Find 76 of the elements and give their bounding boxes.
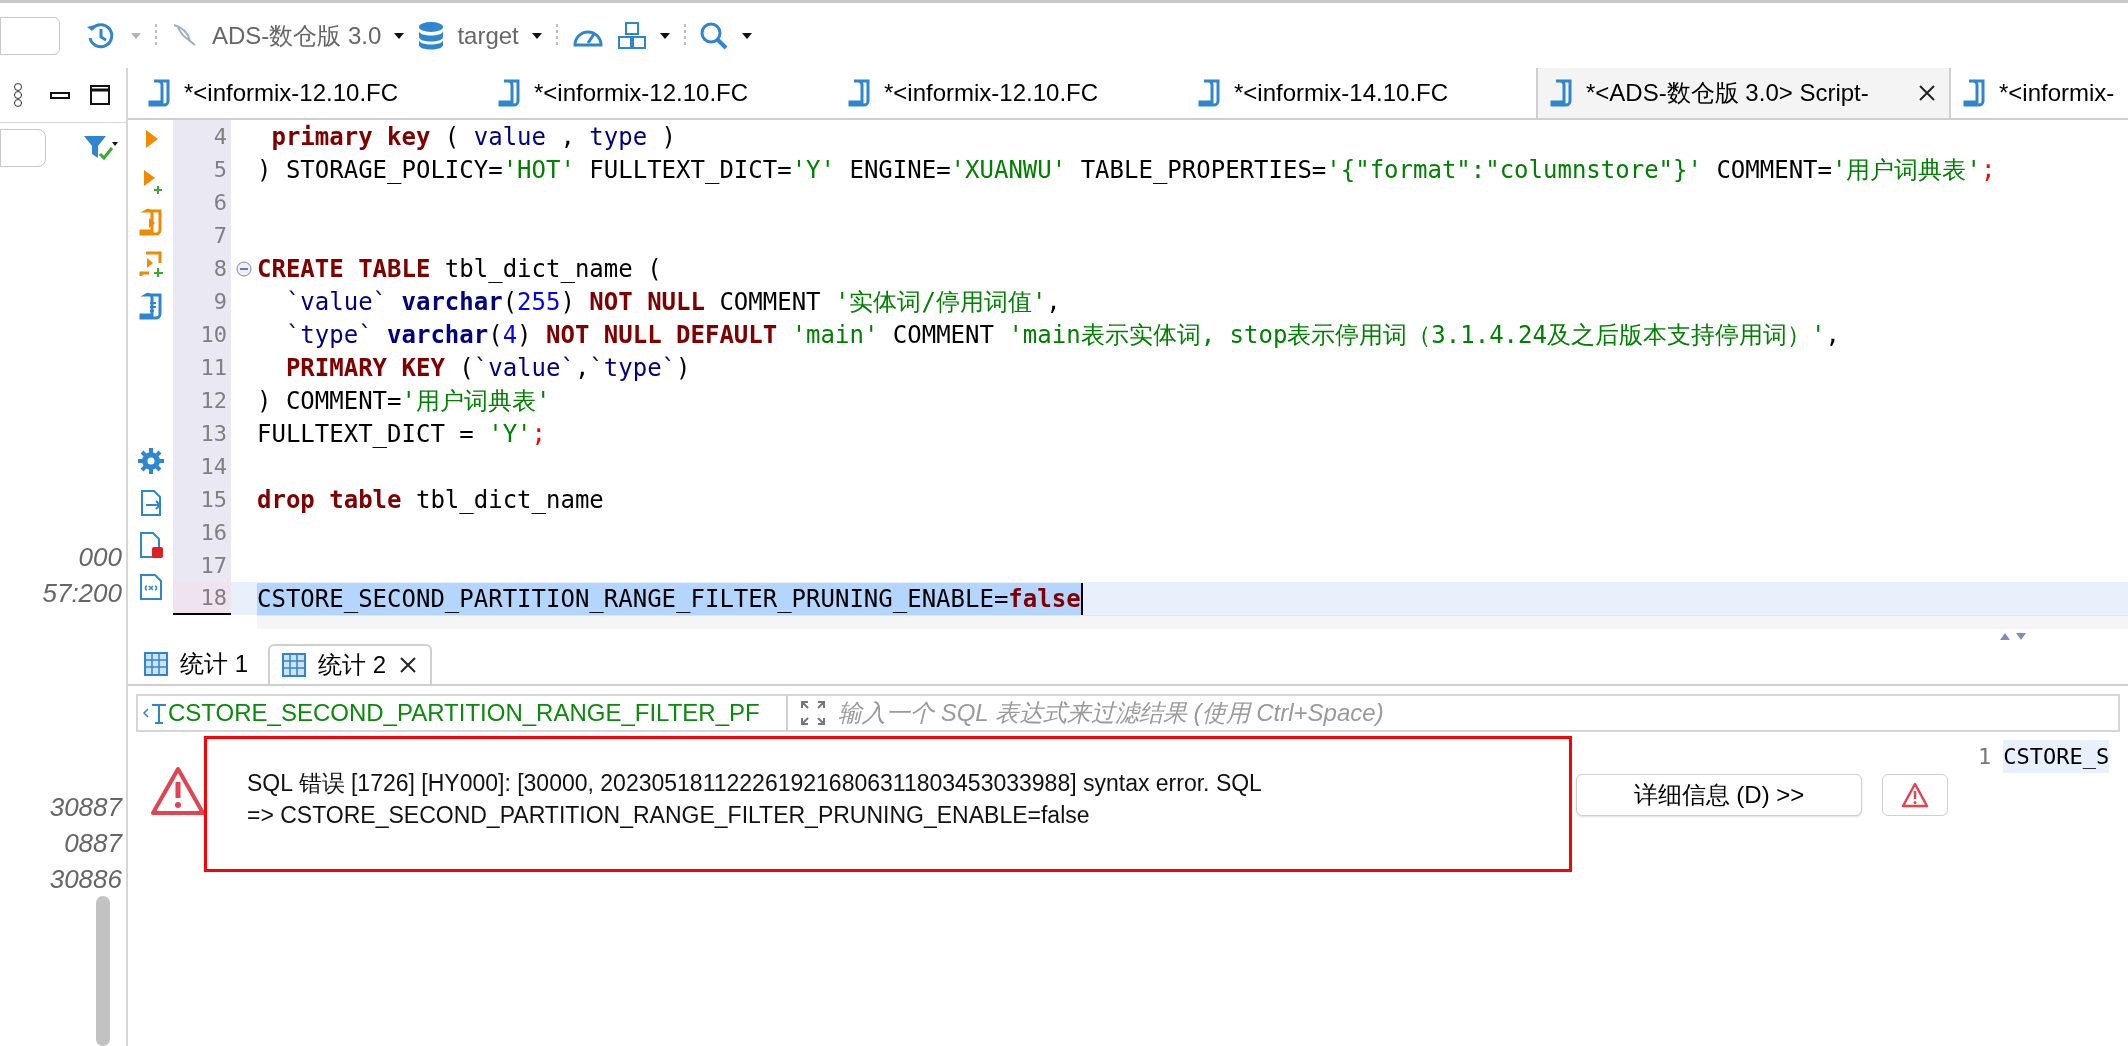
code-line: CREATE TABLE tbl_dict_name ( <box>257 253 662 285</box>
tree-item-text: 30886 <box>49 863 122 896</box>
editor-tab[interactable]: *<informix- <box>1951 68 2128 118</box>
tree-item-text: 0887 <box>64 827 122 860</box>
close-icon[interactable] <box>398 655 419 675</box>
script-icon <box>498 79 522 107</box>
result-tab[interactable]: 统计 2 <box>268 644 433 684</box>
line-number: 16 <box>200 519 227 547</box>
tree-item-text: 000 <box>78 541 122 574</box>
row-number: 1 <box>1978 743 1992 771</box>
text-type-icon <box>142 701 168 725</box>
line-number: 14 <box>200 453 227 481</box>
filter-bar[interactable]: CSTORE_SECOND_PARTITION_RANGE_FILTER_PF 输入一个 SQL 表达式来过滤结果 (使用 Ctrl+Space) <box>136 694 2120 732</box>
line-number: 17 <box>200 552 227 580</box>
line-number: 15 <box>200 486 227 514</box>
code-line: ) STORAGE_POLICY='HOT' FULLTEXT_DICT='Y' ENGINE='XUANWU' TABLE_PROPERTIES='{"format":"columnstore"}' COMMENT='用户词典表'; <box>257 154 1996 186</box>
result-cell: CSTORE_S <box>2003 740 2110 773</box>
expand-icon[interactable] <box>800 700 826 726</box>
warning-icon <box>150 766 206 816</box>
line-number: 5 <box>213 156 227 184</box>
filter-icon[interactable] <box>82 134 118 162</box>
editor-tab[interactable]: *<informix-14.10.FC <box>1186 68 1536 118</box>
search-icon[interactable] <box>698 20 729 51</box>
toolbar-field[interactable] <box>0 16 60 55</box>
caret-icon <box>740 31 753 40</box>
database-icon <box>417 20 446 51</box>
line-number: 11 <box>200 354 227 382</box>
error-message: SQL 错误 [1726] [HY000]: [30000, 2023051811222619216806311803453033988] syntax error. SQL => CSTORE_SECOND_PARTITION_RANGE_FILTER_PRUNING_ENABLE=false <box>247 769 1263 830</box>
code-line: `type` varchar(4) NOT NULL DEFAULT 'main' COMMENT 'main表示实体词, stop表示停用词（3.1.4.24及之后版本支持停用词）', <box>284 319 1840 351</box>
details-button[interactable]: 详细信息 (D) >> <box>1576 774 1862 816</box>
code-line: PRIMARY KEY (`value`,`type`) <box>284 352 691 384</box>
line-number: 8 <box>213 255 227 283</box>
line-number: 6 <box>213 189 227 217</box>
line-number: 7 <box>213 222 227 250</box>
result-tab[interactable]: 统计 1 <box>132 644 260 684</box>
code-line: ) COMMENT='用户词典表' <box>257 385 551 417</box>
line-number: 18 <box>200 584 227 612</box>
script-icon <box>1198 79 1222 107</box>
boxes-icon[interactable] <box>616 20 647 51</box>
code-line: `value` varchar(255) NOT NULL COMMENT '实体词/停用词值', <box>284 286 1061 318</box>
line-number: 4 <box>213 123 227 151</box>
code-line: FULLTEXT_DICT = 'Y'; <box>257 418 546 450</box>
editor-tab[interactable]: *<ADS-数仓版 3.0> Script- <box>1536 68 1951 118</box>
code-line: primary key ( value , type ) <box>270 121 677 153</box>
script-icon <box>848 79 872 107</box>
settings-icon[interactable] <box>135 446 166 476</box>
connection-selector[interactable]: ADS-数仓版 3.0 <box>212 17 382 54</box>
collapse-icon[interactable] <box>236 260 252 277</box>
warning-button[interactable] <box>1882 774 1948 816</box>
line-number: 9 <box>213 288 227 316</box>
database-selector[interactable]: target <box>457 17 519 54</box>
caret-icon <box>130 31 142 40</box>
line-number: 10 <box>200 321 227 349</box>
caret-icon <box>658 31 671 40</box>
line-number: 13 <box>200 420 227 448</box>
line-number: 12 <box>200 387 227 415</box>
grid-icon <box>282 653 306 677</box>
script-icon <box>148 79 172 107</box>
code-line: drop table tbl_dict_name <box>257 484 604 516</box>
filter-value: CSTORE_SECOND_PARTITION_RANGE_FILTER_PF <box>168 695 788 731</box>
resize-arrows-icon[interactable] <box>1998 630 2028 642</box>
caret-icon <box>530 31 543 40</box>
tree-item-text: 30887 <box>49 791 122 824</box>
editor-tab[interactable]: *<informix-12.10.FC <box>486 68 836 118</box>
filter-field[interactable] <box>0 129 46 167</box>
maximize-icon[interactable] <box>90 85 110 105</box>
script-icon <box>1963 79 1987 107</box>
script-icon <box>1550 79 1574 107</box>
close-icon[interactable] <box>1917 83 1937 103</box>
editor-tab[interactable]: *<informix-12.10.FC <box>136 68 486 118</box>
caret-icon <box>393 31 406 40</box>
grid-icon <box>144 652 168 676</box>
filter-input[interactable]: 输入一个 SQL 表达式来过滤结果 (使用 Ctrl+Space) <box>838 695 2118 731</box>
warning-icon <box>1901 782 1929 808</box>
tree-item-text: 57:200 <box>42 577 122 610</box>
editor-tab[interactable]: *<informix-12.10.FC <box>836 68 1186 118</box>
